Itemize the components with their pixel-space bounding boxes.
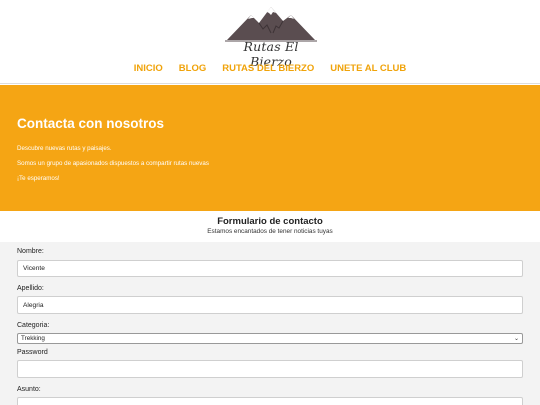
chevron-down-icon: ⌄ (513, 336, 519, 342)
mountain-logo-icon (225, 7, 317, 42)
hero-line-2: Somos un grupo de apasionados dispuestos… (17, 160, 209, 167)
site-header: Rutas El Bierzo INICIO BLOG RUTAS DEL BI… (0, 0, 540, 84)
contact-form: Formulario de contacto Estamos encantado… (0, 211, 540, 405)
apellido-label: Apellido: (17, 285, 44, 292)
hero-title: Contacta con nosotros (17, 116, 165, 131)
nav-item-unete-al-club[interactable]: UNETE AL CLUB (322, 63, 414, 74)
categoria-selected-value: Trekking (21, 335, 45, 342)
nav-item-rutas-del-bierzo[interactable]: RUTAS DEL BIERZO (214, 63, 322, 74)
password-label: Password (17, 349, 48, 356)
form-title: Formulario de contacto (217, 216, 323, 227)
apellido-input[interactable]: Alegria (17, 296, 523, 314)
site-logo[interactable]: Rutas El Bierzo (221, 3, 321, 69)
main-nav: INICIO BLOG RUTAS DEL BIERZO UNETE AL CL… (0, 63, 540, 74)
nombre-label: Nombre: (17, 248, 44, 255)
password-input[interactable] (17, 360, 523, 378)
hero-line-3: ¡Te esperamos! (17, 175, 60, 182)
asunto-label: Asunto: (17, 386, 41, 393)
asunto-input[interactable] (17, 397, 523, 405)
form-subtitle: Estamos encantados de tener noticias tuy… (207, 228, 333, 235)
hero-banner: Contacta con nosotros Descubre nuevas ru… (0, 85, 540, 211)
nav-item-inicio[interactable]: INICIO (126, 63, 171, 74)
form-header: Formulario de contacto Estamos encantado… (0, 211, 540, 242)
categoria-select[interactable]: Trekking ⌄ (17, 333, 523, 344)
hero-line-1: Descubre nuevas rutas y paisajes. (17, 145, 112, 152)
nav-item-blog[interactable]: BLOG (171, 63, 214, 74)
categoria-label: Categoria: (17, 322, 50, 329)
nombre-input[interactable]: Vicente (17, 260, 523, 277)
